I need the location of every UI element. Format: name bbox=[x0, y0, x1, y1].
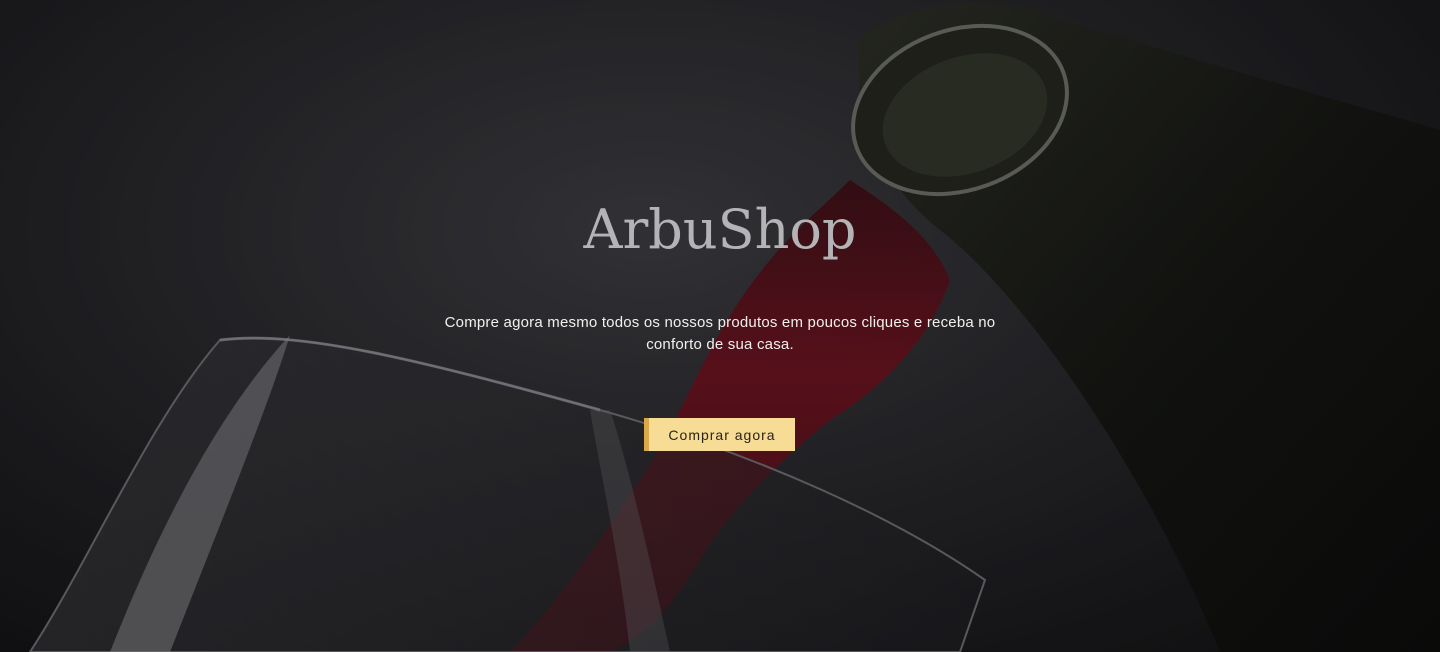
hero-description: Compre agora mesmo todos os nossos produ… bbox=[444, 314, 996, 353]
hero-content: ArbuShop Compre agora mesmo todos os nos… bbox=[0, 0, 1440, 652]
hero-section: ArbuShop Compre agora mesmo todos os nos… bbox=[0, 0, 1440, 652]
brand-title: ArbuShop bbox=[583, 198, 857, 261]
shop-now-button[interactable]: Comprar agora bbox=[644, 418, 795, 451]
